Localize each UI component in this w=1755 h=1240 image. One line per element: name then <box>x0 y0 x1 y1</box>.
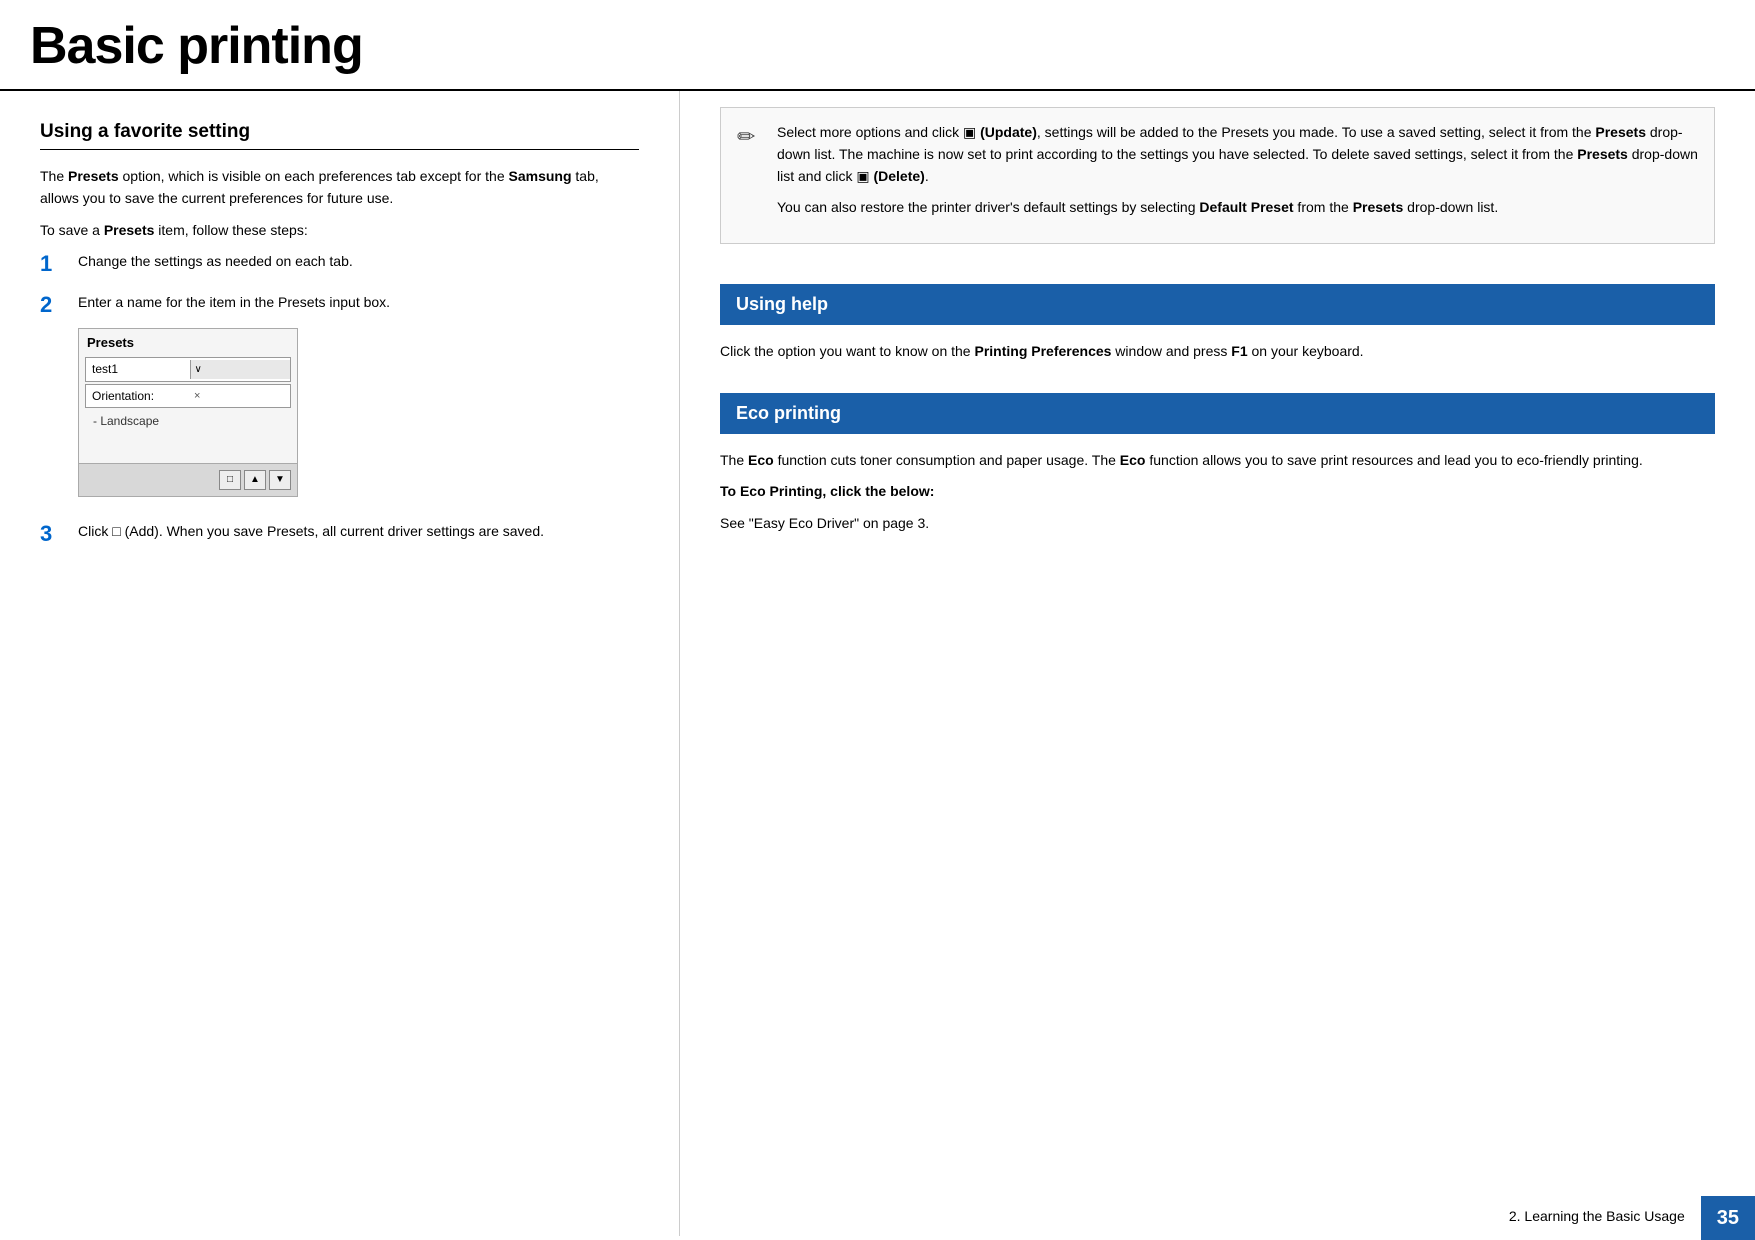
intro2-bold1: Presets <box>104 222 155 238</box>
presets-buttons: □ ▲ ▼ <box>79 463 297 496</box>
note-box: ✏ Select more options and click ▣ (Updat… <box>720 107 1715 244</box>
eco-printing-heading: Eco printing <box>720 393 1715 434</box>
intro2-text2: item, follow these steps: <box>154 222 307 238</box>
presets-box-title: Presets <box>79 329 297 355</box>
left-column: Using a favorite setting The Presets opt… <box>0 91 680 1236</box>
presets-input-row[interactable]: test1 ∨ <box>85 357 291 382</box>
step-1-text: Change the settings as needed on each ta… <box>78 251 639 273</box>
using-help-heading: Using help <box>720 284 1715 325</box>
note-icon: ✏ <box>737 124 765 229</box>
intro1-bold2: Samsung <box>509 168 572 184</box>
intro-paragraph-1: The Presets option, which is visible on … <box>40 166 639 209</box>
intro-paragraph-2: To save a Presets item, follow these ste… <box>40 220 639 242</box>
note-para-2: You can also restore the printer driver'… <box>777 197 1698 219</box>
intro2-text1: To save a <box>40 222 104 238</box>
footer-page-num: 35 <box>1701 1196 1755 1240</box>
note-content: Select more options and click ▣ (Update)… <box>777 122 1698 229</box>
using-help-section: Using help Click the option you want to … <box>720 284 1715 363</box>
step-1-num: 1 <box>40 251 78 277</box>
page-footer: 2. Learning the Basic Usage 35 <box>1509 1196 1755 1240</box>
presets-dropdown-arrow[interactable]: ∨ <box>190 360 291 380</box>
presets-box: Presets test1 ∨ Orientation: × - Landsca… <box>78 328 298 497</box>
page-title: Basic printing <box>30 18 1725 75</box>
intro1-text2: option, which is visible on each prefere… <box>119 168 509 184</box>
content-area: Using a favorite setting The Presets opt… <box>0 91 1755 1236</box>
presets-btn-add[interactable]: □ <box>219 470 241 490</box>
right-column: ✏ Select more options and click ▣ (Updat… <box>680 91 1755 1236</box>
using-help-text: Click the option you want to know on the… <box>720 341 1715 363</box>
footer-text: 2. Learning the Basic Usage <box>1509 1196 1701 1240</box>
presets-input-value: test1 <box>86 358 190 381</box>
step-3-num: 3 <box>40 521 78 547</box>
eco-printing-section: Eco printing The Eco function cuts toner… <box>720 393 1715 535</box>
using-favorite-section: Using a favorite setting The Presets opt… <box>40 121 639 547</box>
note-para-1: Select more options and click ▣ (Update)… <box>777 122 1698 187</box>
page-header: Basic printing <box>0 0 1755 91</box>
step-2-text: Enter a name for the item in the Presets… <box>78 292 639 314</box>
step-3-text: Click □ (Add). When you save Presets, al… <box>78 521 639 543</box>
step-3: 3 Click □ (Add). When you save Presets, … <box>40 521 639 547</box>
presets-btn-up[interactable]: ▲ <box>244 470 266 490</box>
eco-printing-text: The Eco function cuts toner consumption … <box>720 450 1715 472</box>
presets-field-label: Orientation: <box>86 385 188 408</box>
steps-list: 1 Change the settings as needed on each … <box>40 251 639 547</box>
intro1-text1: The <box>40 168 68 184</box>
section-heading-favorite: Using a favorite setting <box>40 121 639 150</box>
eco-link-text: See "Easy Eco Driver" on page 3. <box>720 513 1715 535</box>
step-1: 1 Change the settings as needed on each … <box>40 251 639 277</box>
presets-btn-down[interactable]: ▼ <box>269 470 291 490</box>
eco-sub-heading: To Eco Printing, click the below: <box>720 481 1715 503</box>
step-2: 2 Enter a name for the item in the Prese… <box>40 292 639 507</box>
presets-close-x[interactable]: × <box>188 386 290 407</box>
step-2-num: 2 <box>40 292 78 318</box>
presets-item-row: Orientation: × <box>85 384 291 409</box>
intro1-bold1: Presets <box>68 168 119 184</box>
presets-field-value: - Landscape <box>79 410 297 433</box>
